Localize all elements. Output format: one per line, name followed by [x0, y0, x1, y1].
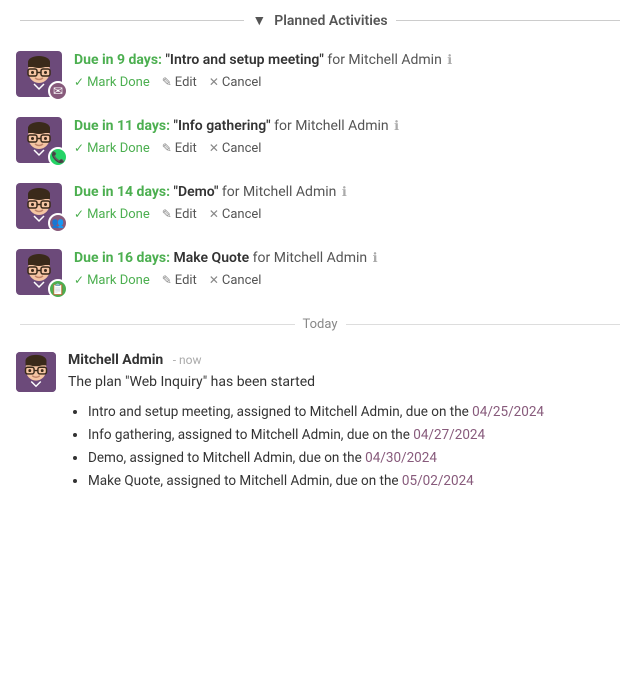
- edit-btn-1[interactable]: ✎ Edit: [162, 75, 197, 90]
- mark-done-btn-2[interactable]: ✓ Mark Done: [74, 141, 150, 156]
- activity-due-1: Due in 9 days: "Intro and setup meeting"…: [74, 51, 624, 71]
- due-title-2: "Info gathering": [174, 118, 271, 134]
- activity-actions-4: ✓ Mark Done ✎ Edit ✕ Cancel: [74, 273, 624, 288]
- due-label-1: Due in 9 days:: [74, 52, 162, 68]
- activity-content-1: Due in 9 days: "Intro and setup meeting"…: [74, 51, 624, 90]
- pencil-icon-1: ✎: [162, 75, 172, 89]
- x-icon-1: ✕: [209, 75, 219, 89]
- today-label: Today: [303, 317, 338, 332]
- log-header: Mitchell Admin - now: [68, 352, 624, 368]
- due-title-3: "Demo": [174, 184, 219, 200]
- activity-item-3: 👥 Due in 14 days: "Demo" for Mitchell Ad…: [0, 173, 640, 239]
- activity-due-4: Due in 16 days: Make Quote for Mitchell …: [74, 249, 624, 269]
- info-icon-3[interactable]: ℹ: [342, 185, 347, 200]
- log-author: Mitchell Admin: [68, 352, 163, 368]
- activity-content-4: Due in 16 days: Make Quote for Mitchell …: [74, 249, 624, 288]
- log-list-item-3: Demo, assigned to Mitchell Admin, due on…: [88, 447, 624, 470]
- badge-meeting-3: 👥: [48, 213, 68, 233]
- x-icon-3: ✕: [209, 207, 219, 221]
- edit-btn-2[interactable]: ✎ Edit: [162, 141, 197, 156]
- activity-actions-1: ✓ Mark Done ✎ Edit ✕ Cancel: [74, 75, 624, 90]
- for-user-3: for Mitchell Admin: [222, 184, 336, 200]
- activity-item-4: 📋 Due in 16 days: Make Quote for Mitchel…: [0, 239, 640, 305]
- due-label-4: Due in 16 days:: [74, 250, 170, 266]
- info-icon-1[interactable]: ℹ: [447, 53, 452, 68]
- collapse-icon[interactable]: ▼: [252, 12, 266, 29]
- avatar-wrap-1: ✉: [16, 51, 62, 97]
- activity-due-3: Due in 14 days: "Demo" for Mitchell Admi…: [74, 183, 624, 203]
- activity-actions-3: ✓ Mark Done ✎ Edit ✕ Cancel: [74, 207, 624, 222]
- x-icon-4: ✕: [209, 273, 219, 287]
- info-icon-2[interactable]: ℹ: [394, 119, 399, 134]
- check-icon-2: ✓: [74, 141, 84, 155]
- log-list-item-4: Make Quote, assigned to Mitchell Admin, …: [88, 470, 624, 493]
- log-entry: Mitchell Admin - now The plan "Web Inqui…: [0, 344, 640, 501]
- activity-due-2: Due in 11 days: "Info gathering" for Mit…: [74, 117, 624, 137]
- log-content: Mitchell Admin - now The plan "Web Inqui…: [68, 352, 624, 493]
- pencil-icon-4: ✎: [162, 273, 172, 287]
- info-icon-4[interactable]: ℹ: [373, 251, 378, 266]
- activity-actions-2: ✓ Mark Done ✎ Edit ✕ Cancel: [74, 141, 624, 156]
- due-title-1: "Intro and setup meeting": [165, 52, 323, 68]
- for-user-2: for Mitchell Admin: [274, 118, 388, 134]
- due-label-2: Due in 11 days:: [74, 118, 170, 134]
- activity-content-2: Due in 11 days: "Info gathering" for Mit…: [74, 117, 624, 156]
- due-title-4: Make Quote: [174, 250, 250, 266]
- pencil-icon-3: ✎: [162, 207, 172, 221]
- log-date-2: 04/27/2024: [413, 427, 485, 443]
- log-date-4: 05/02/2024: [402, 473, 474, 489]
- avatar-svg: [16, 352, 56, 392]
- log-avatar: [16, 352, 56, 392]
- due-label-3: Due in 14 days:: [74, 184, 170, 200]
- today-divider: Today: [0, 305, 640, 344]
- badge-email-1: ✉: [48, 81, 68, 101]
- mark-done-btn-4[interactable]: ✓ Mark Done: [74, 273, 150, 288]
- badge-phone-2: 📞: [48, 147, 68, 167]
- check-icon-3: ✓: [74, 207, 84, 221]
- avatar-wrap-4: 📋: [16, 249, 62, 295]
- edit-btn-3[interactable]: ✎ Edit: [162, 207, 197, 222]
- mark-done-btn-3[interactable]: ✓ Mark Done: [74, 207, 150, 222]
- check-icon-1: ✓: [74, 75, 84, 89]
- cancel-btn-3[interactable]: ✕ Cancel: [209, 207, 262, 222]
- edit-btn-4[interactable]: ✎ Edit: [162, 273, 197, 288]
- cancel-btn-1[interactable]: ✕ Cancel: [209, 75, 262, 90]
- badge-document-4: 📋: [48, 279, 68, 299]
- for-user-1: for Mitchell Admin: [327, 52, 441, 68]
- planned-activities-header: ▼ Planned Activities: [0, 0, 640, 41]
- for-user-4: for Mitchell Admin: [253, 250, 367, 266]
- activity-item-2: 📞 Due in 11 days: "Info gathering" for M…: [0, 107, 640, 173]
- cancel-btn-2[interactable]: ✕ Cancel: [209, 141, 262, 156]
- check-icon-4: ✓: [74, 273, 84, 287]
- log-items-list: Intro and setup meeting, assigned to Mit…: [68, 401, 624, 493]
- section-title: Planned Activities: [274, 13, 387, 29]
- x-icon-2: ✕: [209, 141, 219, 155]
- mark-done-btn-1[interactable]: ✓ Mark Done: [74, 75, 150, 90]
- cancel-btn-4[interactable]: ✕ Cancel: [209, 273, 262, 288]
- log-list-item-1: Intro and setup meeting, assigned to Mit…: [88, 401, 624, 424]
- log-date-3: 04/30/2024: [365, 450, 437, 466]
- avatar-wrap-3: 👥: [16, 183, 62, 229]
- activities-list: ✉ Due in 9 days: "Intro and setup meetin…: [0, 41, 640, 305]
- activity-item-1: ✉ Due in 9 days: "Intro and setup meetin…: [0, 41, 640, 107]
- log-time: - now: [173, 353, 202, 367]
- log-list-item-2: Info gathering, assigned to Mitchell Adm…: [88, 424, 624, 447]
- log-date-1: 04/25/2024: [472, 404, 544, 420]
- avatar-wrap-2: 📞: [16, 117, 62, 163]
- pencil-icon-2: ✎: [162, 141, 172, 155]
- log-intro: The plan "Web Inquiry" has been started: [68, 372, 624, 393]
- activity-content-3: Due in 14 days: "Demo" for Mitchell Admi…: [74, 183, 624, 222]
